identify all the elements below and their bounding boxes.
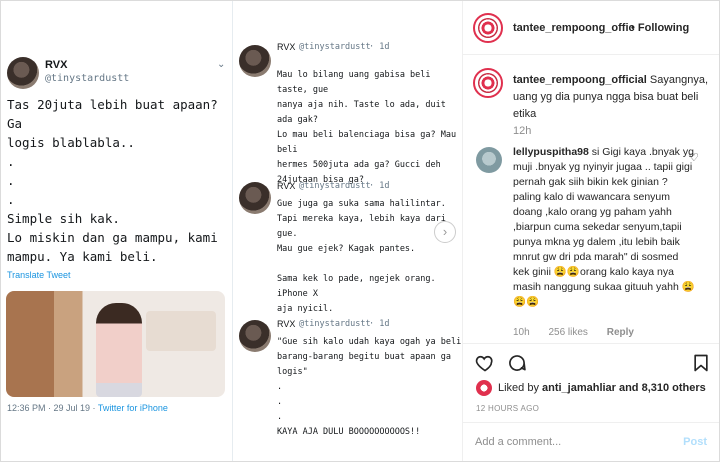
bookmark-icon[interactable]: [691, 353, 711, 373]
reply-author-name: RVX: [277, 319, 296, 329]
reply-author-name: RVX: [277, 42, 296, 52]
tweet-author-handle: @tinystardustt: [45, 73, 130, 84]
tweet-author-name: RVX: [45, 59, 68, 71]
comment-like-heart-icon[interactable]: ♡: [689, 151, 699, 164]
tweet-avatar: [7, 57, 39, 89]
caption-username[interactable]: tantee_rempoong_official: [513, 74, 647, 86]
caption-time: 12h: [513, 125, 532, 137]
reply-author-name: RVX: [277, 181, 296, 191]
comment-username[interactable]: lellypuspitha98: [513, 146, 589, 158]
reply-author-handle: @tinystardustt: [299, 42, 371, 52]
comment-text: si Gigi kaya .bnyak yg muji .bnyak yg ny…: [513, 146, 695, 308]
like-heart-icon[interactable]: [475, 353, 495, 373]
translate-tweet-link: Translate Tweet: [7, 270, 71, 280]
post-header: tantee_rempoong_offic • Following: [463, 1, 719, 55]
reply-age: · 1d: [369, 42, 390, 52]
action-bar: [463, 343, 719, 383]
comment-meta: 10h 256 likes Reply: [513, 327, 650, 338]
reply-text: Gue juga ga suka sama halilintar. Tapi m…: [277, 199, 446, 314]
post-timestamp: 12 HOURS AGO: [476, 404, 540, 413]
liker-username[interactable]: anti_jamahliar: [542, 382, 616, 394]
post-image[interactable]: RVX @tinystardustt ⌄ Tas 20juta lebih bu…: [1, 1, 463, 461]
reply-age: · 1d: [369, 319, 390, 329]
reply-author-handle: @tinystardustt: [299, 181, 371, 191]
likes-summary: Liked by anti_jamahliar and 8,310 others: [476, 379, 706, 397]
reply-thread: RVX @tinystardustt · 1d Mau lo bilang ua…: [233, 1, 462, 461]
next-image-button[interactable]: ›: [434, 221, 456, 243]
reply-avatar: [239, 182, 271, 214]
commenter-avatar[interactable]: [476, 147, 502, 173]
liked-by-prefix: Liked by: [498, 382, 539, 394]
comment-time: 10h: [513, 327, 530, 338]
comment-likes[interactable]: 256 likes: [548, 327, 587, 338]
add-comment-input[interactable]: Add a comment...: [475, 436, 561, 448]
add-comment-bar: Add a comment... Post: [463, 422, 719, 461]
liked-by-others[interactable]: and 8,310 others: [619, 382, 706, 394]
reply-avatar: [239, 45, 271, 77]
main-tweet: RVX @tinystardustt ⌄ Tas 20juta lebih bu…: [1, 1, 233, 461]
post-caption: tantee_rempoong_official Sayangnya, uang…: [513, 72, 713, 123]
liker-avatar[interactable]: [476, 380, 492, 396]
reply-author-handle: @tinystardustt: [299, 319, 371, 329]
tweet-text: Tas 20juta lebih buat apaan? Ga logis bl…: [7, 97, 218, 264]
username-link[interactable]: tantee_rempoong_offic: [513, 22, 635, 34]
comment: lellypuspitha98 si Gigi kaya .bnyak yg m…: [513, 145, 697, 310]
post-comment-button[interactable]: Post: [683, 436, 707, 448]
tweet-timestamp: 12:36 PM · 29 Jul 19 · Twitter for iPhon…: [7, 403, 168, 413]
chevron-down-icon: ⌄: [217, 59, 226, 70]
reply-avatar: [239, 320, 271, 352]
instagram-side-panel: tantee_rempoong_offic • Following tantee…: [463, 1, 719, 461]
comment-bubble-icon[interactable]: [507, 353, 527, 373]
reply-text: "Gue sih kalo udah kaya ogah ya beli bar…: [277, 337, 462, 437]
caption-avatar[interactable]: [473, 68, 503, 98]
reply-button[interactable]: Reply: [607, 327, 634, 338]
tweet-photo: [6, 291, 225, 397]
reply-text: Mau lo bilang uang gabisa beli taste, gu…: [277, 70, 457, 185]
following-button[interactable]: • Following: [631, 22, 689, 34]
reply-age: · 1d: [369, 181, 390, 191]
profile-avatar[interactable]: [473, 13, 503, 43]
